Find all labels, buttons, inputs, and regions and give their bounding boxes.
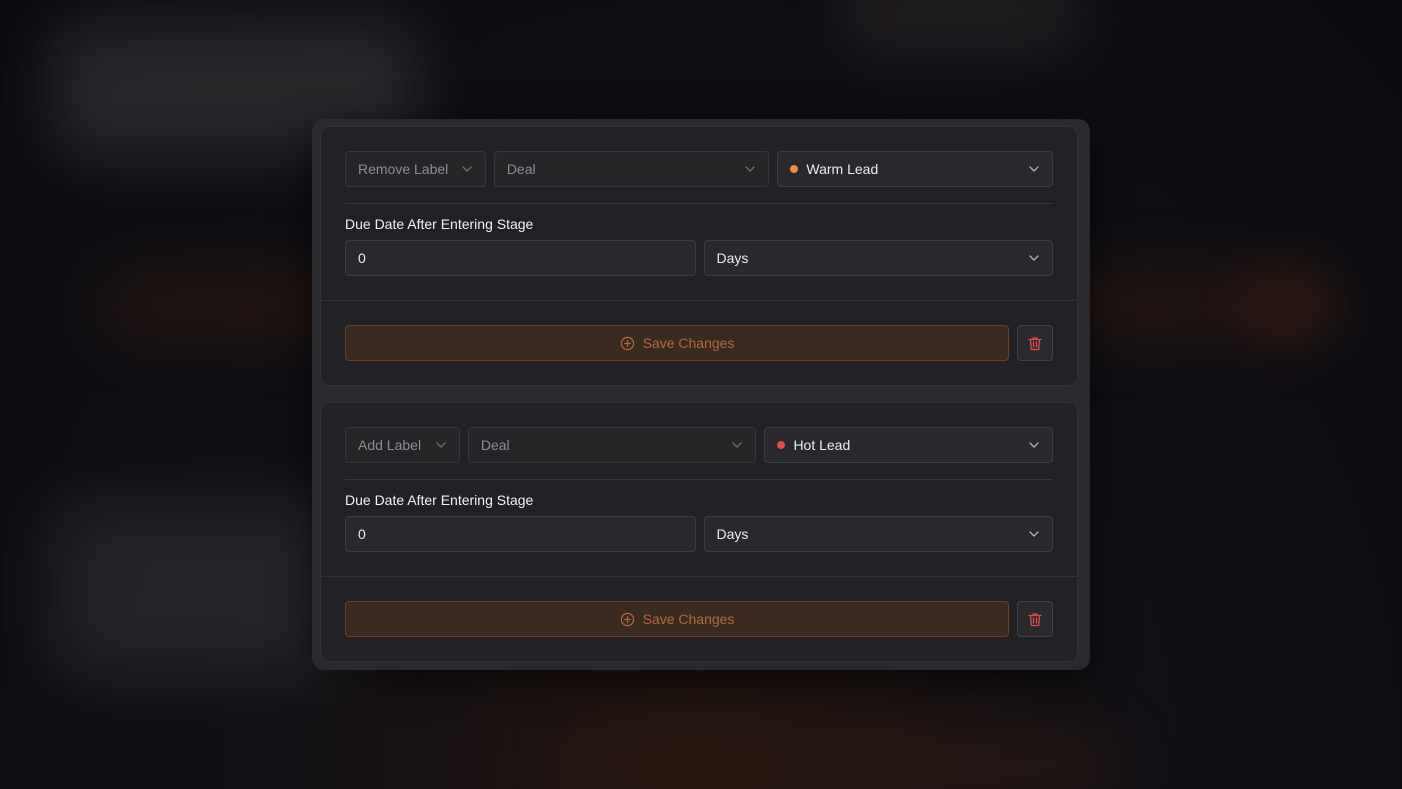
due-date-unit-value: Days xyxy=(716,526,749,542)
due-date-field[interactable] xyxy=(345,240,696,276)
label-select[interactable]: Hot Lead xyxy=(764,427,1054,463)
backdrop-blob xyxy=(840,0,1080,50)
plus-circle-icon xyxy=(620,336,635,351)
label-select-value: Warm Lead xyxy=(806,161,879,177)
delete-button[interactable] xyxy=(1017,601,1053,637)
due-date-unit-value: Days xyxy=(716,250,749,266)
entity-select-value: Deal xyxy=(506,161,536,177)
automation-panel: Remove Label Deal Warm Lead Due Date Aft… xyxy=(312,119,1090,670)
divider xyxy=(345,479,1053,480)
delete-button[interactable] xyxy=(1017,325,1053,361)
chevron-down-icon xyxy=(731,439,743,451)
label-select-value: Hot Lead xyxy=(793,437,851,453)
chevron-down-icon xyxy=(1028,163,1040,175)
divider xyxy=(345,203,1053,204)
backdrop-blob xyxy=(1250,280,1330,330)
chevron-down-icon xyxy=(1028,528,1040,540)
due-date-input[interactable] xyxy=(358,250,683,266)
entity-select[interactable]: Deal xyxy=(467,427,757,463)
due-date-unit-select[interactable]: Days xyxy=(703,240,1053,276)
save-changes-button[interactable]: Save Changes xyxy=(345,325,1010,361)
chevron-down-icon xyxy=(1028,252,1040,264)
action-select[interactable]: Remove Label xyxy=(345,151,486,187)
hot-lead-dot xyxy=(777,441,786,449)
due-date-input[interactable] xyxy=(358,526,683,542)
entity-select-value: Deal xyxy=(480,437,510,453)
automation-card-1: Remove Label Deal Warm Lead Due Date Aft… xyxy=(320,126,1078,386)
save-changes-label: Save Changes xyxy=(642,335,735,351)
save-changes-label: Save Changes xyxy=(642,611,735,627)
automation-card-2: Add Label Deal Hot Lead Due Date After E… xyxy=(320,402,1078,662)
due-date-title: Due Date After Entering Stage xyxy=(345,492,534,508)
trash-icon xyxy=(1028,612,1042,627)
plus-circle-icon xyxy=(620,612,635,627)
warm-lead-dot xyxy=(790,165,799,173)
save-changes-button[interactable]: Save Changes xyxy=(345,601,1010,637)
chevron-down-icon xyxy=(1028,439,1040,451)
action-select-value: Remove Label xyxy=(358,161,449,177)
chevron-down-icon xyxy=(744,163,756,175)
label-select[interactable]: Warm Lead xyxy=(777,151,1053,187)
chevron-down-icon xyxy=(435,439,447,451)
backdrop-blob xyxy=(560,730,1120,789)
trash-icon xyxy=(1028,336,1042,351)
action-select-value: Add Label xyxy=(358,437,422,453)
entity-select[interactable]: Deal xyxy=(493,151,770,187)
due-date-field[interactable] xyxy=(345,516,696,552)
action-select[interactable]: Add Label xyxy=(345,427,460,463)
due-date-title: Due Date After Entering Stage xyxy=(345,216,534,232)
due-date-unit-select[interactable]: Days xyxy=(703,516,1053,552)
chevron-down-icon xyxy=(461,163,473,175)
